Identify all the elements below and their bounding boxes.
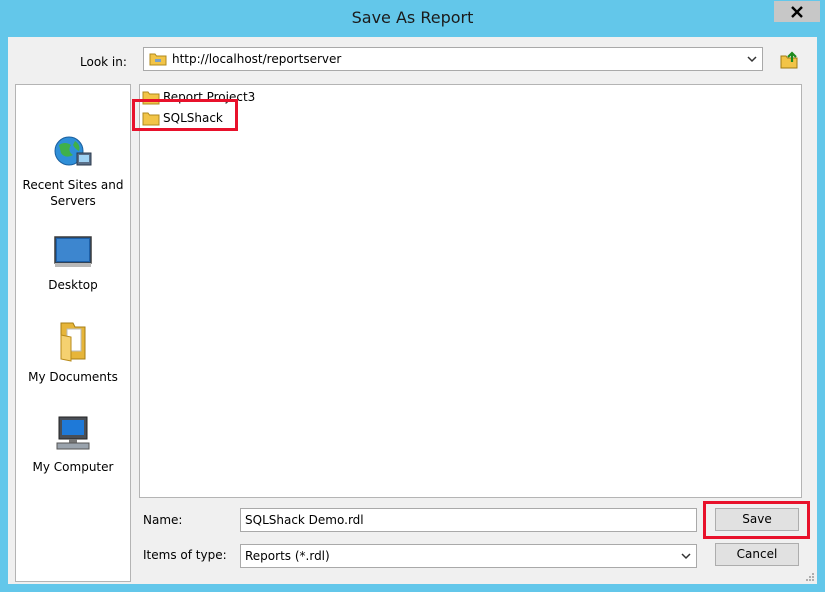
resize-grip-icon[interactable] <box>805 572 815 582</box>
dialog-body: Look in: http://localhost/reportserver R… <box>8 37 817 584</box>
place-my-documents[interactable]: My Documents <box>16 319 130 385</box>
items-of-type-value: Reports (*.rdl) <box>245 549 330 563</box>
place-label: Desktop <box>48 278 98 292</box>
dialog-title: Save As Report <box>351 8 474 27</box>
save-highlight-box <box>703 501 810 539</box>
chevron-down-icon[interactable] <box>680 549 692 563</box>
items-of-type-label: Items of type: <box>143 548 227 562</box>
name-label: Name: <box>143 513 183 527</box>
sqlshack-highlight-box <box>132 99 238 131</box>
file-list[interactable]: Report Project3 SQLShack <box>139 84 802 498</box>
title-bar[interactable]: Save As Report <box>0 0 825 36</box>
look-in-label: Look in: <box>80 55 127 69</box>
close-button[interactable] <box>774 1 820 22</box>
place-label: My Documents <box>28 370 118 384</box>
look-in-combobox[interactable]: http://localhost/reportserver <box>143 47 763 71</box>
desktop-icon <box>54 236 92 267</box>
look-in-value: http://localhost/reportserver <box>172 52 342 66</box>
chevron-down-icon[interactable] <box>746 52 758 66</box>
computer-icon <box>56 416 90 450</box>
up-one-level-icon[interactable] <box>778 49 800 71</box>
place-my-computer[interactable]: My Computer <box>16 415 130 475</box>
place-recent-sites[interactable]: Recent Sites and Servers <box>16 133 130 209</box>
documents-folder-icon <box>60 322 86 362</box>
place-label: My Computer <box>32 460 114 474</box>
network-folder-icon <box>149 53 167 66</box>
items-of-type-combobox[interactable]: Reports (*.rdl) <box>240 544 697 568</box>
close-icon <box>791 5 803 18</box>
place-label: Recent Sites and Servers <box>22 178 124 208</box>
place-desktop[interactable]: Desktop <box>16 235 130 293</box>
cancel-button[interactable]: Cancel <box>715 543 799 566</box>
save-as-report-dialog: Save As Report Look in: http://localhost… <box>0 0 825 592</box>
name-input[interactable] <box>240 508 697 532</box>
places-bar: Recent Sites and Servers Desktop My Docu… <box>15 84 131 582</box>
globe-network-icon <box>54 136 92 166</box>
